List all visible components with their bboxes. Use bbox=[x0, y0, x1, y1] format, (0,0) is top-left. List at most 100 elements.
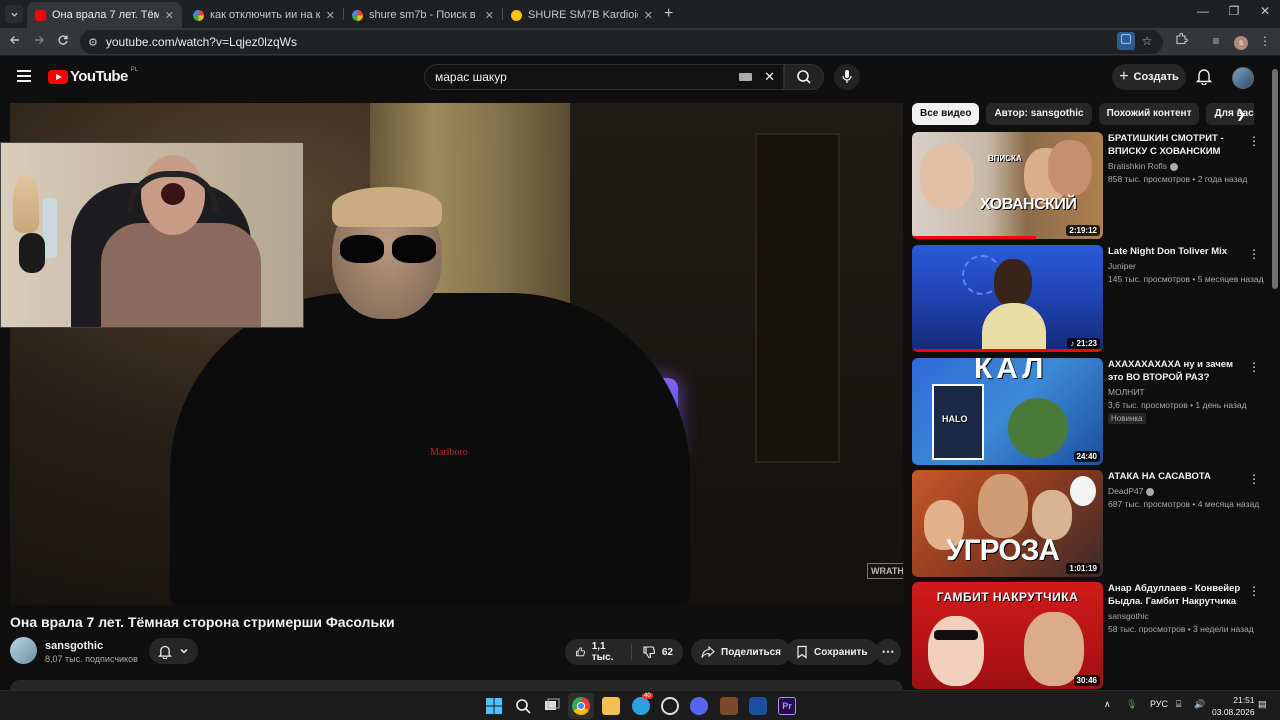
close-tab-icon[interactable]: ✕ bbox=[644, 9, 653, 22]
account-avatar[interactable] bbox=[1232, 67, 1254, 89]
video-thumbnail[interactable]: ♪ 21:23 bbox=[912, 245, 1103, 352]
volume-icon[interactable]: 🔊 bbox=[1194, 699, 1205, 710]
verified-check-icon bbox=[1170, 162, 1179, 171]
recommendation-channel[interactable]: sansgothic bbox=[1108, 611, 1149, 621]
browser-menu-icon[interactable]: ⋮ bbox=[1256, 32, 1274, 50]
tray-overflow-icon[interactable]: ∧ bbox=[1104, 699, 1111, 710]
notifications-bell-icon[interactable] bbox=[1195, 67, 1213, 90]
chip-author[interactable]: Автор: sansgothic bbox=[986, 103, 1092, 125]
clear-search-icon[interactable]: ✕ bbox=[764, 69, 775, 85]
address-bar[interactable]: ⚙ youtube.com/watch?v=Lqjez0lzqWs bbox=[80, 30, 1163, 54]
recommendation-title[interactable]: Анар Абдуллаев - Конвейер Быдла. Гамбит … bbox=[1108, 582, 1242, 608]
media-controls-icon[interactable]: ≡ bbox=[1207, 32, 1225, 50]
taskbar-search-icon[interactable] bbox=[514, 697, 532, 715]
back-arrow-icon[interactable] bbox=[5, 32, 25, 52]
task-view-icon[interactable] bbox=[543, 697, 561, 715]
bookmark-star-icon[interactable]: ☆ bbox=[1138, 32, 1156, 50]
recommendation-title[interactable]: АТАКА НА САСАВОТА bbox=[1108, 470, 1242, 483]
video-thumbnail[interactable]: HALO КАЛ 24:40 bbox=[912, 358, 1103, 465]
more-options-icon[interactable]: ⋮ bbox=[1248, 134, 1260, 148]
steam-icon[interactable] bbox=[661, 697, 679, 715]
keyboard-icon[interactable] bbox=[739, 73, 753, 81]
video-thumbnail[interactable]: ВПИСКА ХОВАНСКИЙ 2:19:12 bbox=[912, 132, 1103, 239]
subscribed-notifications-button[interactable] bbox=[149, 638, 198, 664]
video-duration: 1:01:19 bbox=[1066, 563, 1100, 574]
recommendation-channel[interactable]: Bratishkin Rofls bbox=[1108, 161, 1179, 171]
description-box[interactable] bbox=[10, 680, 903, 690]
more-actions-icon[interactable]: ⋯ bbox=[875, 639, 901, 665]
search-input[interactable]: марас шакур ✕ bbox=[424, 64, 784, 90]
system-clock[interactable]: 21:51 03.08.2026 bbox=[1212, 694, 1255, 718]
create-button[interactable]: + Создать bbox=[1112, 64, 1186, 90]
chip-for-you[interactable]: Для вас bbox=[1206, 103, 1254, 125]
recommendation-title[interactable]: АХАХАХАХАХА ну и зачем это ВО ВТОРОЙ РАЗ… bbox=[1108, 358, 1242, 384]
telegram-icon[interactable]: 40 bbox=[632, 693, 653, 715]
premiere-pro-icon[interactable]: Pr bbox=[778, 697, 796, 715]
file-explorer-icon[interactable] bbox=[602, 697, 620, 715]
more-options-icon[interactable]: ⋮ bbox=[1248, 472, 1260, 486]
reload-icon[interactable] bbox=[53, 32, 73, 52]
voice-search-button[interactable] bbox=[834, 64, 860, 90]
more-options-icon[interactable]: ⋮ bbox=[1248, 247, 1260, 261]
close-tab-icon[interactable]: ✕ bbox=[165, 9, 174, 22]
video-door bbox=[755, 133, 840, 463]
site-info-icon[interactable]: ⚙ bbox=[88, 36, 98, 49]
page-scrollbar[interactable] bbox=[1270, 57, 1280, 690]
recommendation-channel[interactable]: Juniper bbox=[1108, 261, 1136, 271]
windows-start-icon[interactable] bbox=[485, 697, 503, 715]
recommendation-title[interactable]: БРАТИШКИН СМОТРИТ - ВПИСКУ С ХОВАНСКИМ bbox=[1108, 132, 1242, 158]
video-thumbnail[interactable]: ГАМБИТ НАКРУТЧИКА 30:46 bbox=[912, 582, 1103, 689]
recommendation-item[interactable]: ГАМБИТ НАКРУТЧИКА 30:46 Анар Абдуллаев -… bbox=[912, 582, 1262, 690]
recommendation-title[interactable]: Late Night Don Toliver Mix bbox=[1108, 245, 1242, 258]
new-tab-icon[interactable]: + bbox=[664, 5, 673, 23]
vpn-shield-icon[interactable] bbox=[749, 697, 767, 715]
recommendation-channel[interactable]: DeadP47 bbox=[1108, 486, 1155, 496]
save-button[interactable]: Сохранить bbox=[786, 639, 878, 665]
browser-tab-google-search-2[interactable]: shure sm7b - Поиск в Google ✕ bbox=[344, 2, 502, 28]
close-tab-icon[interactable]: ✕ bbox=[326, 9, 335, 22]
browser-tab-shop[interactable]: SHURE SM7B Kardioidalny Mik ✕ bbox=[503, 2, 661, 28]
chevron-right-icon[interactable]: ❯ bbox=[1236, 107, 1246, 121]
dislike-button[interactable]: 62 bbox=[632, 639, 683, 665]
language-indicator[interactable]: РУС bbox=[1150, 699, 1168, 709]
recommendation-item[interactable]: ВПИСКА ХОВАНСКИЙ 2:19:12 БРАТИШКИН СМОТР… bbox=[912, 132, 1262, 240]
profile-avatar-icon[interactable]: s bbox=[1232, 32, 1250, 50]
clock-date: 03.08.2026 bbox=[1212, 707, 1255, 717]
discord-icon[interactable] bbox=[690, 697, 708, 715]
recommendation-item[interactable]: УГРОЗА 1:01:19 АТАКА НА САСАВОТА DeadP47… bbox=[912, 470, 1262, 578]
like-button[interactable]: 1,1 тыс. bbox=[565, 639, 631, 665]
youtube-logo[interactable]: YouTube PL bbox=[48, 67, 138, 85]
game-icon[interactable] bbox=[720, 697, 738, 715]
restore-icon[interactable]: ❐ bbox=[1219, 4, 1249, 18]
search-button[interactable] bbox=[784, 64, 824, 90]
minimize-icon[interactable]: — bbox=[1188, 4, 1218, 18]
translate-icon[interactable] bbox=[1117, 32, 1135, 50]
bookmark-icon bbox=[797, 645, 807, 659]
recommendation-item[interactable]: ♪ 21:23 Late Night Don Toliver Mix Junip… bbox=[912, 245, 1264, 353]
chip-all-videos[interactable]: Все видео bbox=[912, 103, 980, 125]
browser-tab-google-search-1[interactable]: как отключить ии на кике есл ✕ bbox=[185, 2, 343, 28]
recommendation-item[interactable]: HALO КАЛ 24:40 АХАХАХАХАХА ну и зачем эт… bbox=[912, 358, 1262, 466]
network-icon[interactable]: ⌸ bbox=[1176, 699, 1181, 710]
thumbnail-face bbox=[978, 474, 1028, 538]
notification-center-icon[interactable]: ▤ bbox=[1258, 699, 1267, 710]
extensions-icon[interactable] bbox=[1172, 32, 1190, 50]
recommendation-channel[interactable]: МОЛНИТ bbox=[1108, 387, 1145, 397]
share-button[interactable]: Поделиться bbox=[691, 639, 792, 665]
channel-avatar[interactable] bbox=[10, 637, 37, 664]
chrome-taskbar-icon[interactable] bbox=[572, 697, 590, 715]
chip-related[interactable]: Похожий контент bbox=[1098, 103, 1200, 125]
channel-name[interactable]: sansgothic bbox=[45, 640, 103, 652]
tab-list-button[interactable] bbox=[5, 5, 23, 23]
close-window-icon[interactable]: ✕ bbox=[1250, 4, 1280, 18]
microphone-tray-icon[interactable]: 🎙 bbox=[1126, 699, 1137, 710]
more-options-icon[interactable]: ⋮ bbox=[1248, 584, 1260, 598]
forward-arrow-icon[interactable] bbox=[29, 32, 49, 52]
browser-tab-youtube[interactable]: Она врала 7 лет. Тёмная сторо ✕ bbox=[27, 2, 182, 28]
google-favicon-icon bbox=[352, 9, 363, 21]
video-thumbnail[interactable]: УГРОЗА 1:01:19 bbox=[912, 470, 1103, 577]
close-tab-icon[interactable]: ✕ bbox=[485, 9, 494, 22]
scrollbar-thumb[interactable] bbox=[1272, 69, 1278, 289]
more-options-icon[interactable]: ⋮ bbox=[1248, 360, 1260, 374]
hamburger-menu-icon[interactable] bbox=[17, 70, 31, 82]
